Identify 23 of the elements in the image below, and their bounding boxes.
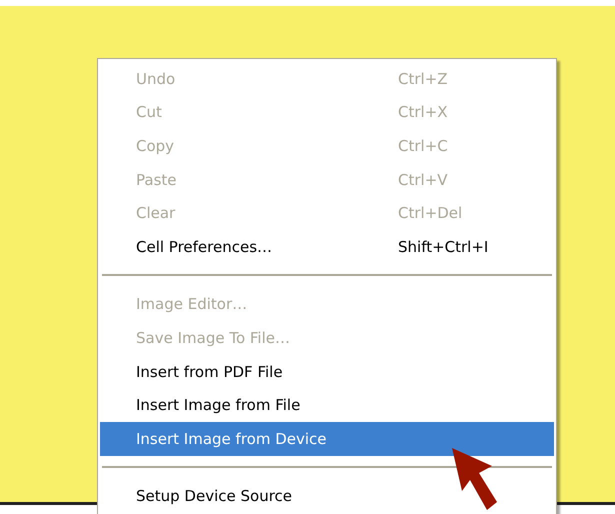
menu-item-label: Insert from PDF File bbox=[136, 362, 284, 381]
menu-item-label: Cell Preferences… bbox=[136, 238, 274, 256]
shortcut-label: Ctrl+V bbox=[398, 170, 448, 189]
menu-item-label: Clear bbox=[136, 204, 176, 222]
menu-item[interactable]: Cell Preferences… Shift+Ctrl+I bbox=[100, 230, 554, 264]
menu-item-label: Undo bbox=[136, 70, 176, 88]
menu-item-label: Cut bbox=[136, 103, 163, 122]
menu-item-label: Setup Device Source bbox=[136, 487, 294, 506]
menu-item[interactable]: Insert Image from File bbox=[100, 388, 554, 422]
shortcut-label: Shift+Ctrl+I bbox=[398, 238, 488, 256]
shortcut-label: Ctrl+Z bbox=[398, 70, 448, 88]
shortcut-label: Ctrl+C bbox=[398, 136, 448, 155]
menu-item-label: Image Editor… bbox=[136, 295, 248, 314]
shortcut-label: Ctrl+Del bbox=[398, 204, 462, 222]
menu-item[interactable]: Insert from PDF File bbox=[100, 354, 554, 388]
menu-item[interactable]: Setup Device Source bbox=[100, 480, 554, 514]
menu-item-label: Insert Image from Device bbox=[136, 430, 328, 448]
menu-item-label: Paste bbox=[136, 170, 178, 189]
menu-item-label: Copy bbox=[136, 136, 176, 155]
menu-item[interactable]: Insert Image from Device bbox=[100, 422, 554, 456]
menu-item-label: Save Image To File… bbox=[136, 328, 291, 347]
shortcut-label: Ctrl+X bbox=[398, 103, 448, 122]
menu-item-label: Insert Image from File bbox=[136, 396, 302, 414]
